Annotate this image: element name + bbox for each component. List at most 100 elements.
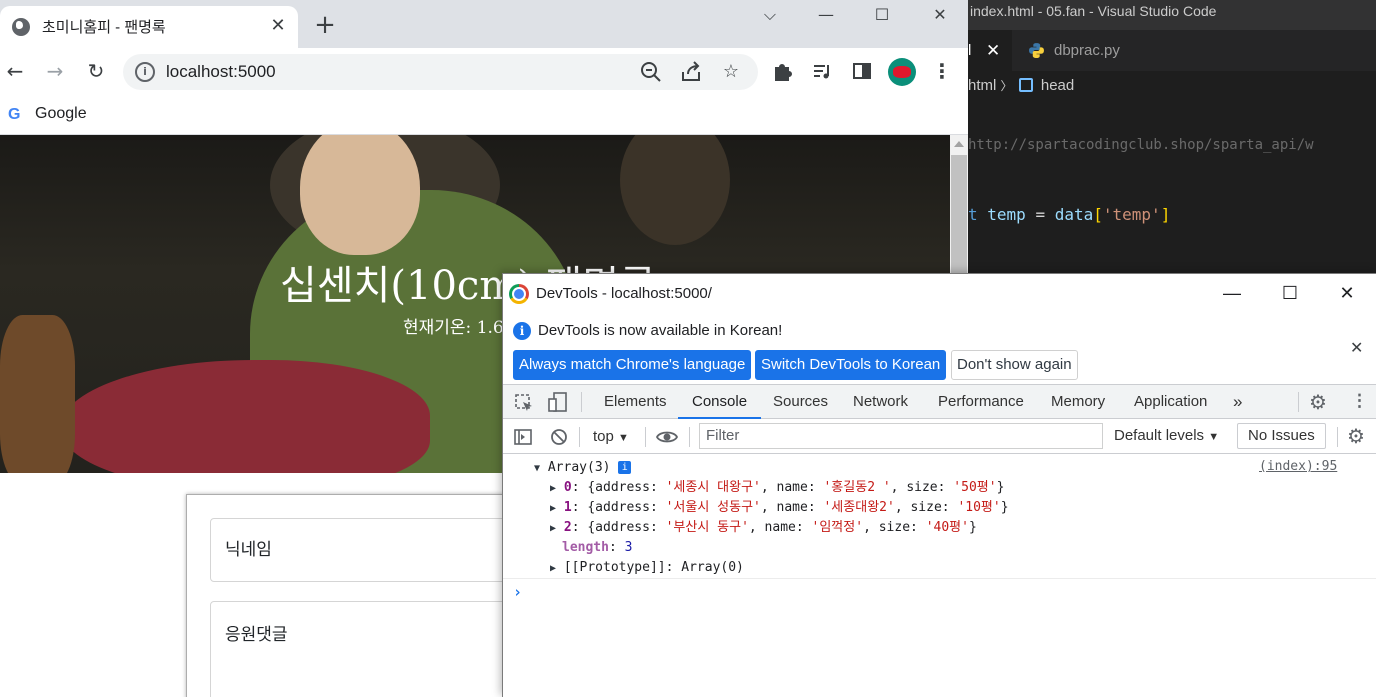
close-icon[interactable]: ✕ [986,30,1000,71]
caret-down-icon[interactable]: ▼ [534,463,540,474]
vscode-tab-label: l [968,42,972,59]
item-index: 2 [563,520,572,535]
console-toolbar: top ▼ Filter Default levels ▼ No Issues … [503,420,1376,454]
caret-right-icon[interactable]: ▶ [550,523,556,534]
close-icon[interactable]: ✕ [266,14,290,38]
array-item-2[interactable]: ▶ 2: {address: '부산시 동구', name: '임꺽정', si… [550,518,977,539]
always-match-language-button[interactable]: Always match Chrome's language [513,350,752,380]
array-item-0[interactable]: ▶ 0: {address: '세종시 대왕구', name: '홍길동2 ',… [550,478,1004,499]
desktop: index.html - 05.fan - Visual Studio Code… [0,0,1376,697]
scroll-up-icon[interactable] [954,141,964,147]
tab-memory[interactable]: Memory [1051,385,1105,419]
code-line: t temp = data['temp'] [968,205,1171,224]
chevron-down-icon[interactable]: ⌵ [742,0,798,32]
tab-elements[interactable]: Elements [604,385,667,419]
info-icon[interactable]: i [135,62,155,82]
tab-console[interactable]: Console [678,385,762,419]
chrome-icon [509,284,529,304]
item-index: 0 [563,480,572,495]
console-output[interactable]: ▼ Array(3) i (index):95 ▶ 0: {address: '… [503,455,1376,697]
item-name: '세종대왕2' [823,500,895,515]
settings-icon[interactable]: ⚙ [1309,390,1327,415]
scrollbar-thumb[interactable] [951,155,967,275]
array-prototype[interactable]: ▶ [[Prototype]]: Array(0) [550,558,744,579]
vscode-title: index.html - 05.fan - Visual Studio Code [948,0,1376,30]
tab-strip: 초미니홈피 - 팬명록 ✕ + ⌵ — ☐ ✕ [0,0,968,48]
item-size: '50평' [953,480,997,495]
divider [503,578,1376,579]
share-icon[interactable] [677,58,705,86]
caret-down-icon: ▼ [618,432,629,444]
media-icon[interactable] [807,56,837,86]
clear-console-icon[interactable] [549,427,569,447]
extensions-icon[interactable] [767,56,797,86]
sidebar-icon[interactable] [513,427,533,447]
minimize-icon[interactable]: — [798,0,854,32]
avatar[interactable] [888,58,916,86]
item-index: 1 [563,500,572,515]
menu-icon[interactable]: ⋮ [927,56,957,86]
address-bar[interactable]: i localhost:5000 ☆ [123,54,758,90]
length-value: 3 [624,540,633,555]
maximize-icon[interactable]: ☐ [854,0,910,32]
caret-right-icon[interactable]: ▶ [550,503,556,514]
devtools-title: DevTools - localhost:5000/ [536,285,712,302]
hero-photo-face [300,135,420,255]
caret-right-icon[interactable]: ▶ [550,483,556,494]
hero-photo-guitar [60,360,430,473]
item-size: '10평' [957,500,1001,515]
devtools-titlebar: DevTools - localhost:5000/ — ☐ ✕ [503,274,1376,312]
more-tabs-icon[interactable]: » [1233,385,1242,419]
item-address: '세종시 대왕구' [665,480,761,495]
caret-right-icon[interactable]: ▶ [550,563,556,574]
dont-show-again-button[interactable]: Don't show again [951,350,1078,380]
browser-tab[interactable]: 초미니홈피 - 팬명록 ✕ [0,6,298,48]
close-icon[interactable]: ✕ [1350,338,1363,358]
info-badge-icon: i [618,461,632,474]
zoom-icon[interactable] [637,58,665,86]
globe-icon [12,18,30,36]
side-panel-icon[interactable] [847,56,877,86]
switch-to-korean-button[interactable]: Switch DevTools to Korean [755,350,947,380]
minimize-icon[interactable]: — [1204,278,1260,308]
tab-performance[interactable]: Performance [938,385,1024,419]
device-toolbar-icon[interactable] [547,391,569,413]
divider [645,427,646,447]
vscode-tabs: l ✕ dbprac.py [948,30,1376,71]
temperature-text: 현재기온: 1.6 [403,318,504,338]
inspect-icon[interactable] [513,392,535,414]
context-selector[interactable]: top ▼ [593,427,629,448]
bookmarks-bar: G Google [0,95,968,135]
tab-sources[interactable]: Sources [773,385,828,419]
bookmark-google[interactable]: Google [35,103,87,125]
plus-icon[interactable]: + [310,10,340,40]
tab-application[interactable]: Application [1134,385,1207,419]
maximize-icon[interactable]: ☐ [1262,278,1318,308]
star-icon[interactable]: ☆ [717,58,745,86]
console-log-entry[interactable]: ▼ Array(3) i [534,458,632,479]
settings-icon[interactable]: ⚙ [1347,424,1365,449]
divider [1298,392,1299,412]
code-line: http://spartacodingclub.shop/sparta_api/… [968,137,1314,153]
log-levels-dropdown[interactable]: Default levels ▼ [1114,426,1219,447]
back-icon[interactable]: ← [0,56,30,86]
item-size: '40평' [925,520,969,535]
issues-button[interactable]: No Issues [1237,423,1326,449]
prototype-label: [[Prototype]]: Array(0) [563,560,744,575]
language-infobar: i DevTools is now available in Korean! A… [503,312,1376,385]
reload-icon[interactable]: ↻ [81,56,111,86]
close-icon[interactable]: ✕ [1319,278,1375,308]
close-icon[interactable]: ✕ [912,0,968,32]
menu-icon[interactable]: ⋮ [1351,391,1368,411]
divider [689,427,690,447]
eye-icon[interactable] [655,428,679,446]
source-link[interactable]: (index):95 [1259,459,1337,474]
array-item-1[interactable]: ▶ 1: {address: '서울시 성동구', name: '세종대왕2',… [550,498,1009,519]
tab-network[interactable]: Network [853,385,908,419]
filter-input[interactable]: Filter [699,423,1103,449]
divider [579,427,580,447]
item-name: '임꺽정' [811,520,864,535]
forward-icon[interactable]: → [40,56,70,86]
vscode-tab-dbprac[interactable]: dbprac.py [1014,30,1164,71]
console-prompt-icon[interactable]: › [513,583,522,601]
